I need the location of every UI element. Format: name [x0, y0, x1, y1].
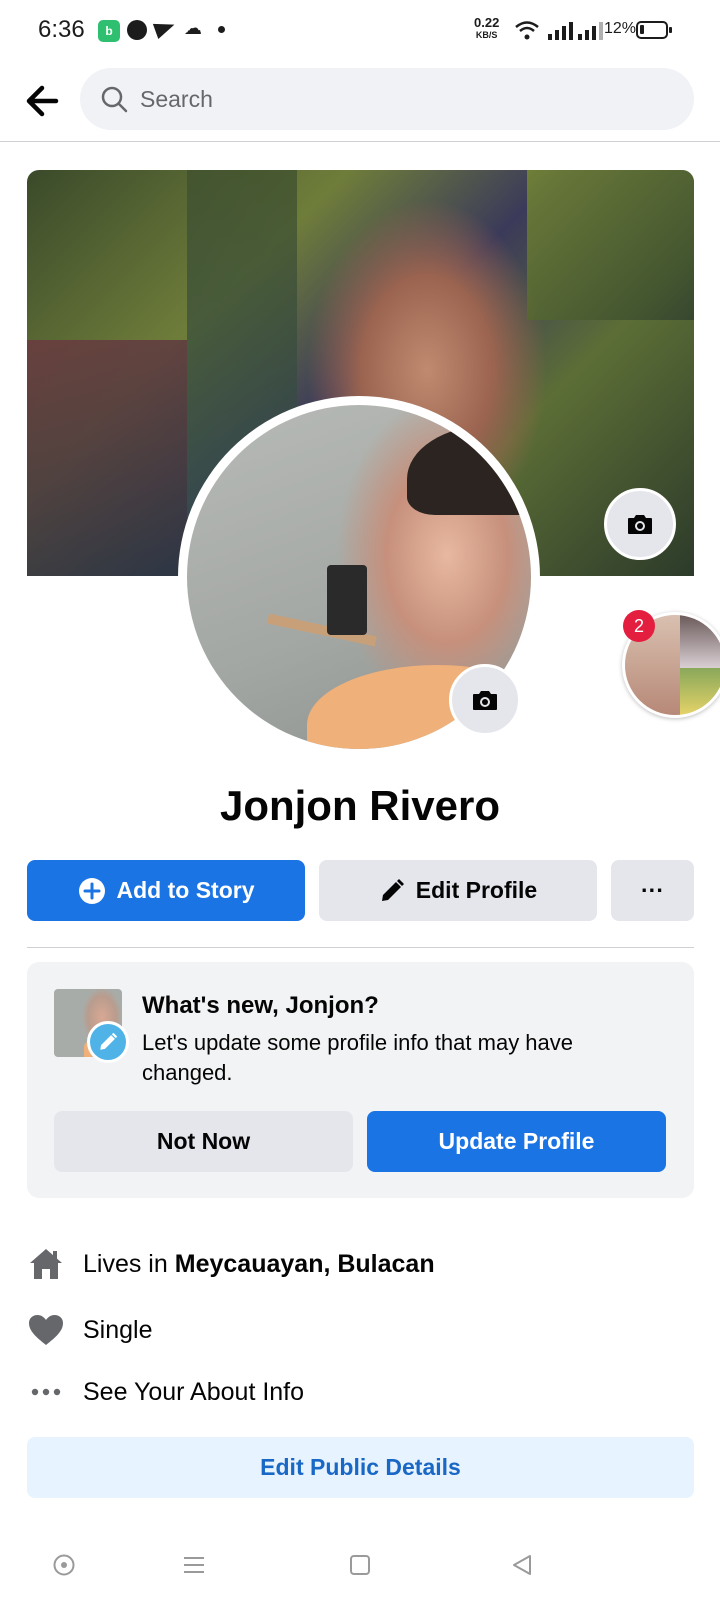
signal-icon-sim1 — [548, 20, 573, 40]
app-notification-icon: b — [98, 20, 120, 42]
more-dots-icon: ··· — [641, 877, 664, 903]
see-about-info-label: See Your About Info — [83, 1377, 305, 1406]
heart-icon — [29, 1315, 63, 1345]
back-arrow-icon[interactable] — [18, 77, 66, 125]
profile-name: Jonjon Rivero — [219, 782, 501, 829]
more-options-button[interactable]: ··· — [611, 860, 694, 921]
detail-relationship: Single — [27, 1308, 153, 1352]
plus-circle-icon — [78, 877, 105, 904]
assistant-nav-button[interactable] — [34, 1530, 94, 1600]
cover-camera-button[interactable] — [604, 488, 676, 560]
edit-profile-button[interactable]: Edit Profile — [319, 860, 597, 921]
triangle-back-icon — [513, 1555, 531, 1575]
menu-nav-button[interactable] — [164, 1530, 224, 1600]
search-icon — [101, 86, 128, 113]
edit-profile-label: Edit Profile — [415, 877, 538, 903]
camera-icon — [628, 515, 652, 534]
android-nav-bar — [0, 1530, 720, 1600]
not-now-button[interactable]: Not Now — [54, 1111, 353, 1172]
network-speed: 0.22 KB/S — [474, 15, 500, 41]
search-bar[interactable] — [80, 68, 694, 130]
see-about-info-link[interactable]: See Your About Info — [27, 1370, 304, 1414]
battery-icon — [636, 21, 672, 39]
pencil-icon — [87, 1021, 129, 1063]
divider — [27, 947, 694, 948]
card-title: What's new, Jonjon? — [142, 992, 379, 1019]
battery-percent: 12% — [604, 20, 637, 37]
add-to-story-label: Add to Story — [116, 877, 255, 903]
pencil-icon — [381, 878, 404, 901]
search-input[interactable] — [140, 68, 680, 130]
lives-in-prefix: Lives in — [83, 1249, 168, 1278]
status-bar: 6:36 b ☁ 0.22 KB/S 12% — [0, 0, 720, 60]
relationship-status: Single — [83, 1315, 153, 1344]
weibo-icon: ☁ — [184, 18, 202, 38]
camera-icon — [473, 691, 497, 710]
square-home-icon — [350, 1555, 370, 1575]
update-profile-button[interactable]: Update Profile — [367, 1111, 666, 1172]
network-speed-unit: KB/S — [475, 30, 498, 40]
assistant-circle-icon — [53, 1554, 75, 1576]
story-count-badge: 2 — [623, 610, 655, 642]
network-speed-value: 0.22 — [474, 15, 500, 30]
edit-public-details-button[interactable]: Edit Public Details — [27, 1437, 694, 1498]
card-text: Let's update some profile info that may … — [142, 1030, 574, 1085]
wifi-icon — [515, 21, 539, 40]
lives-in-place: Meycauayan, Bulacan — [174, 1249, 435, 1278]
back-nav-button[interactable] — [492, 1530, 552, 1600]
profile-camera-button[interactable] — [449, 664, 521, 736]
detail-lives-in: Lives in Meycauayan, Bulacan — [27, 1242, 435, 1286]
more-notifications-dot-icon — [218, 26, 225, 33]
signal-icon-sim2 — [578, 20, 603, 40]
messenger-icon — [127, 20, 147, 40]
top-nav — [0, 60, 720, 142]
home-nav-button[interactable] — [330, 1530, 390, 1600]
menu-icon — [184, 1557, 204, 1573]
add-to-story-button[interactable]: Add to Story — [27, 860, 305, 921]
whats-new-card: What's new, Jonjon? Let's update some pr… — [27, 962, 694, 1198]
status-time: 6:36 — [38, 16, 85, 43]
more-dots-icon — [31, 1388, 61, 1396]
telegram-icon — [152, 17, 178, 39]
home-icon — [30, 1249, 62, 1279]
